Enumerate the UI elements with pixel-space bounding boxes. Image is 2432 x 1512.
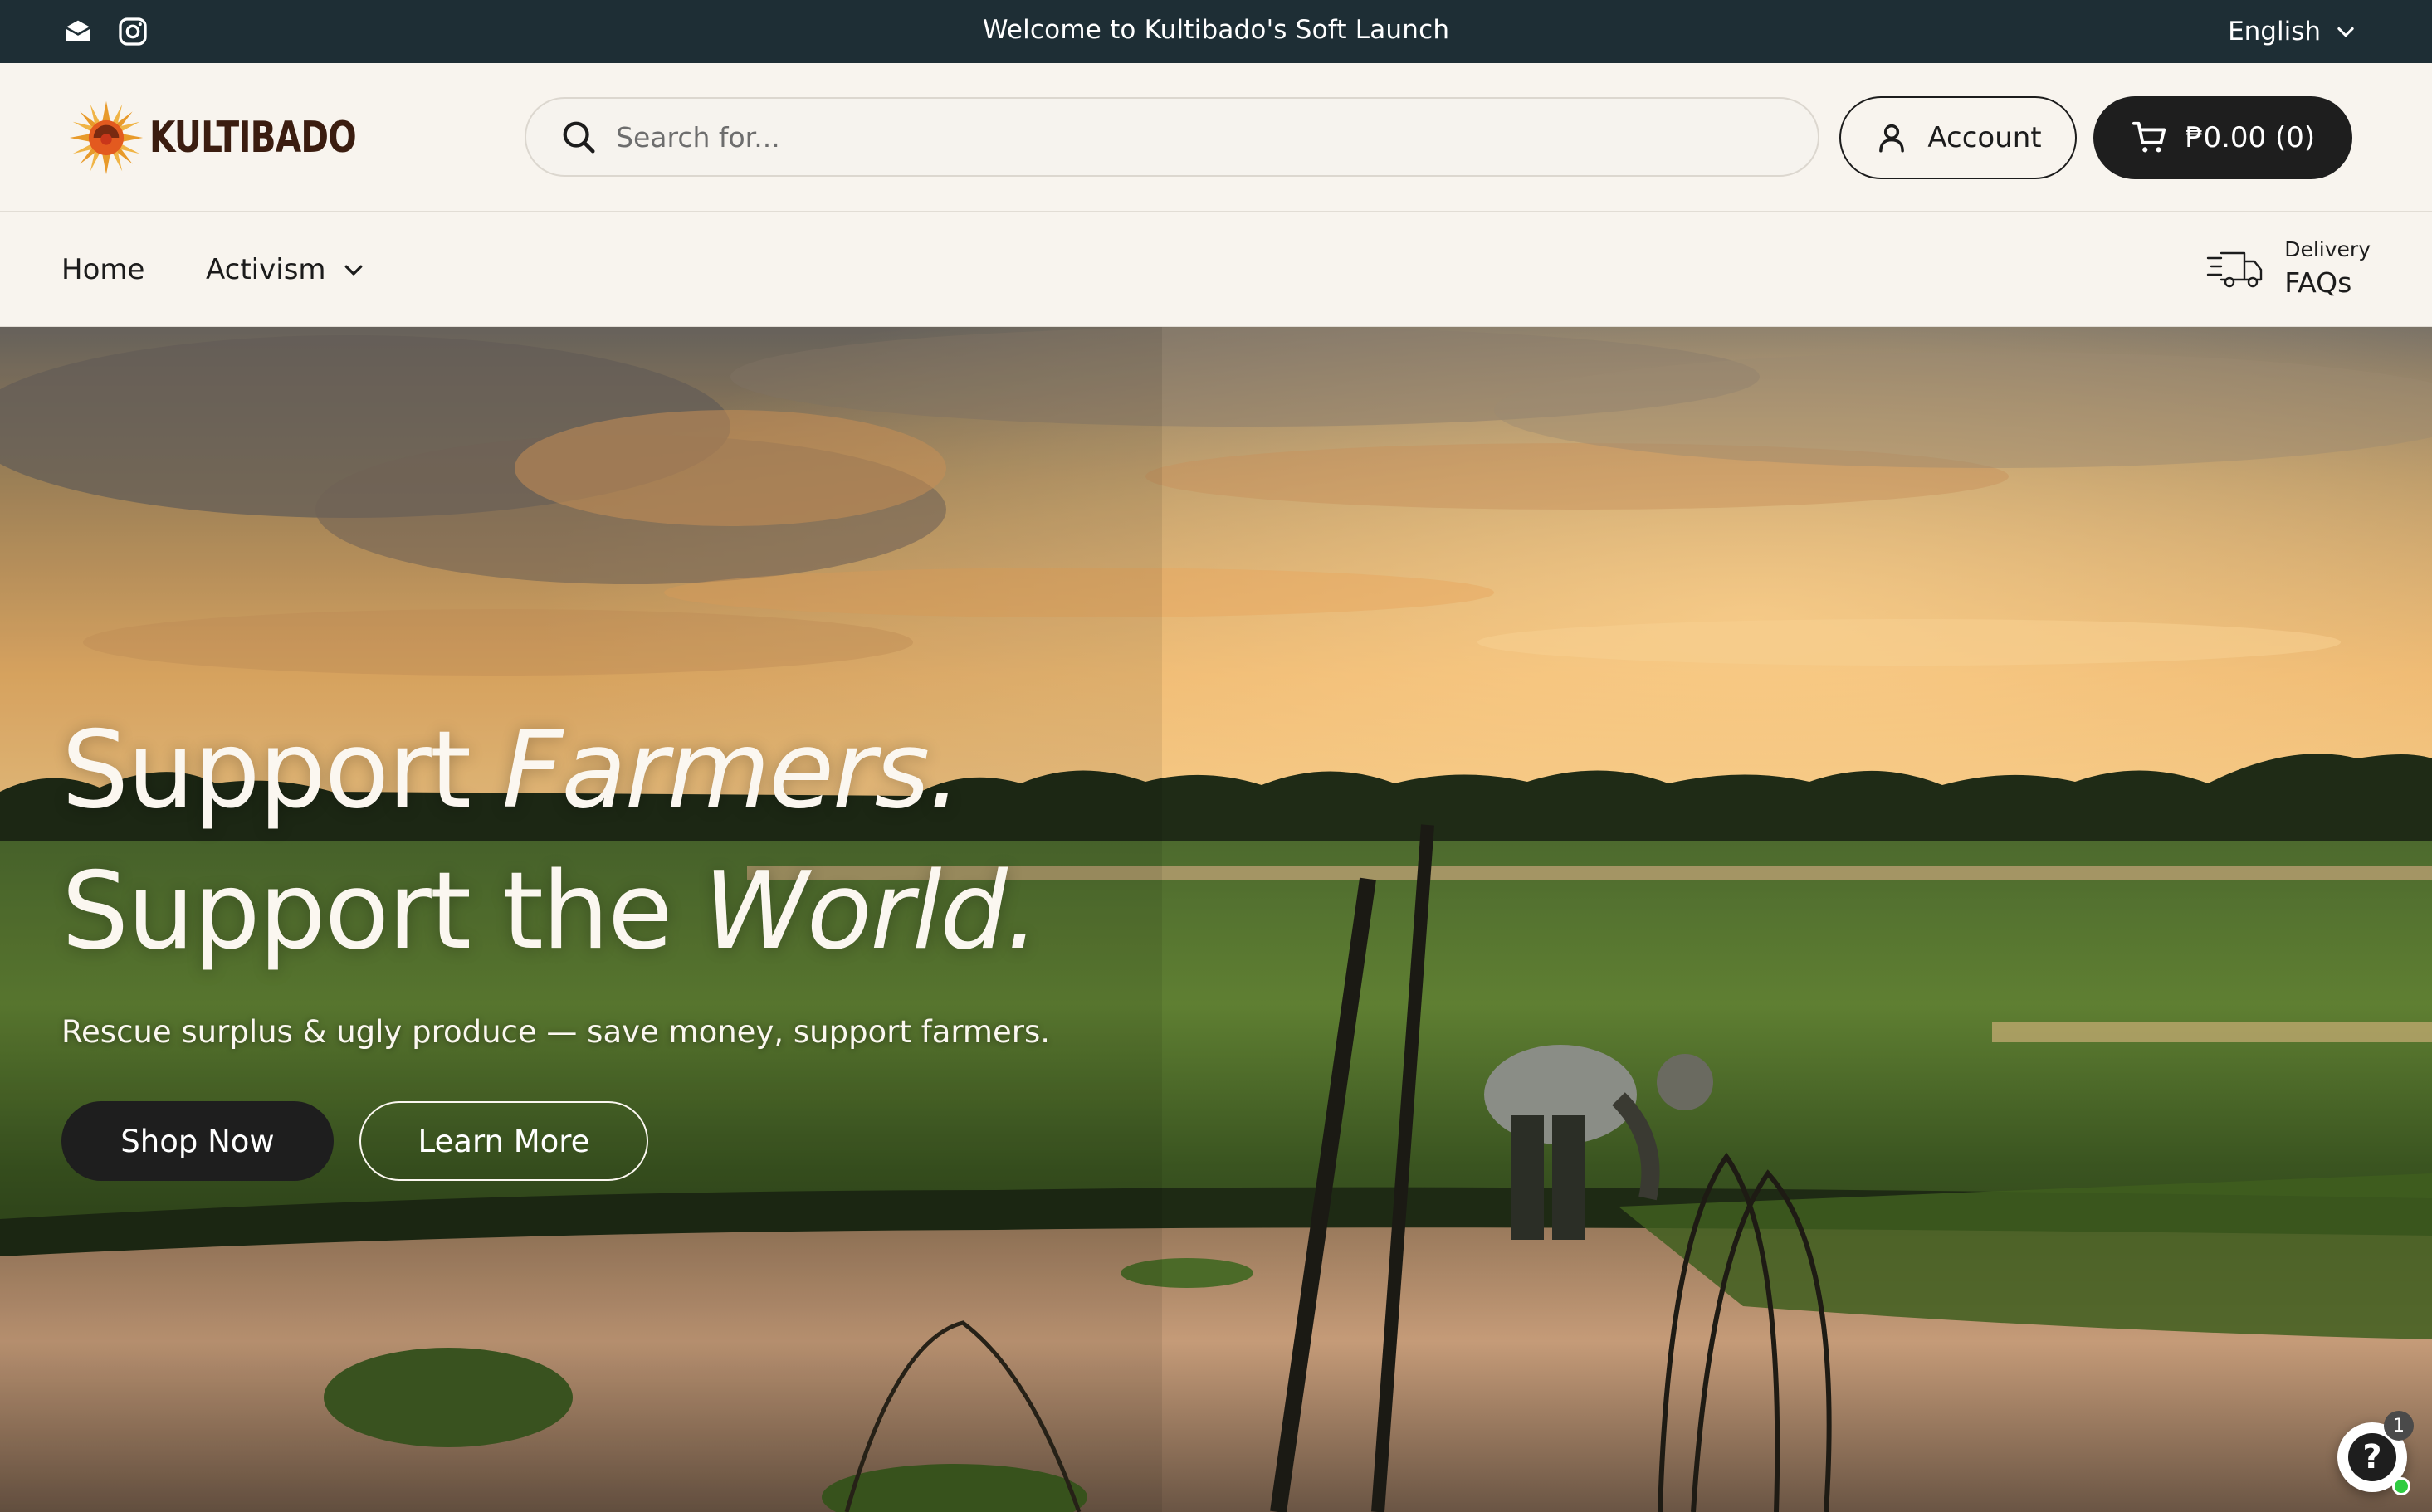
chevron-down-icon	[344, 265, 362, 276]
cart-total: ₱0.00 (0)	[2185, 121, 2316, 154]
main-nav: Home Activism Delivery FAQs	[0, 212, 2432, 327]
help-question-icon: ?	[2348, 1433, 2396, 1481]
online-status-dot	[2392, 1477, 2410, 1495]
user-icon	[1879, 124, 1905, 153]
language-selector[interactable]: English	[2228, 0, 2357, 63]
delivery-label: Delivery	[2284, 237, 2371, 261]
hero-line1-italic: Farmers.	[501, 709, 962, 832]
hero-line2-plain: Support the	[61, 850, 704, 973]
faqs-label: FAQs	[2284, 266, 2352, 299]
hero-line2-italic: World.	[703, 850, 1039, 973]
logo-wordmark: KULTIBADO	[149, 113, 357, 163]
help-chat-widget[interactable]: ? 1	[2337, 1411, 2414, 1495]
delivery-faqs-link[interactable]: Delivery FAQs	[2206, 236, 2371, 302]
nav-item-label: Home	[61, 253, 145, 286]
logo[interactable]: KULTIBADO	[66, 100, 414, 176]
search-bar[interactable]	[525, 97, 1819, 177]
hero-subtitle: Rescue surplus & ugly produce — save mon…	[61, 1014, 1050, 1050]
cart-icon	[2132, 121, 2166, 153]
search-icon	[563, 121, 595, 154]
chevron-down-icon	[2337, 27, 2354, 37]
announcement-bar: Welcome to Kultibado's Soft Launch Engli…	[0, 0, 2432, 63]
hero-banner: Support Farmers. Support the World. Resc…	[0, 327, 2432, 1512]
nav-item-home[interactable]: Home	[61, 212, 144, 327]
sun-logo-icon	[69, 100, 144, 175]
hero-headline: Support Farmers. Support the World.	[61, 700, 1039, 983]
learn-more-button[interactable]: Learn More	[359, 1101, 648, 1181]
cart-button[interactable]: ₱0.00 (0)	[2093, 96, 2352, 179]
shop-now-button[interactable]: Shop Now	[61, 1101, 334, 1181]
search-input[interactable]	[616, 120, 1778, 154]
delivery-text: Delivery FAQs	[2284, 236, 2371, 302]
hero-headline-line-2: Support the World.	[61, 841, 1039, 983]
site-header: KULTIBADO Account ₱0.00 (0)	[0, 63, 2432, 212]
account-label: Account	[1927, 121, 2042, 154]
announcement-text: Welcome to Kultibado's Soft Launch	[982, 15, 1450, 45]
nav-item-activism[interactable]: Activism	[206, 212, 366, 327]
language-label: English	[2228, 17, 2321, 46]
delivery-truck-icon	[2207, 251, 2263, 288]
notification-badge: 1	[2384, 1411, 2414, 1441]
nav-item-label: Activism	[206, 253, 326, 286]
account-button[interactable]: Account	[1839, 96, 2077, 179]
hero-line1-plain: Support	[61, 709, 502, 832]
hero-headline-line-1: Support Farmers.	[61, 700, 1038, 841]
